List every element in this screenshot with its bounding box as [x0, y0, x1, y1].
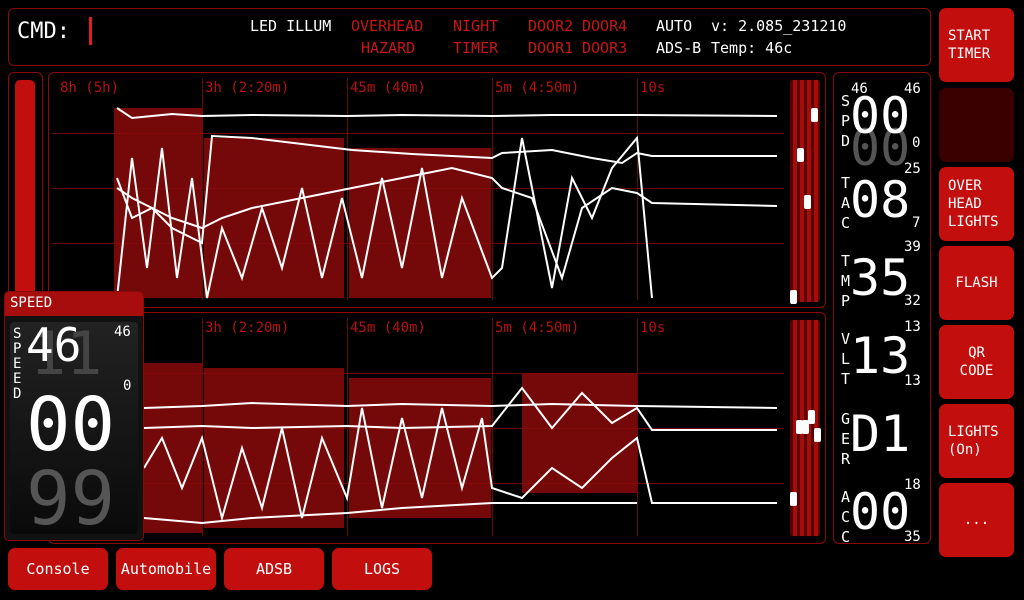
- acc-min: 35: [904, 529, 921, 545]
- cmd-input-cursor[interactable]: [89, 17, 92, 45]
- led-illum-status: LED ILLUM: [250, 17, 332, 35]
- left-slider[interactable]: [15, 80, 35, 295]
- spd-max: 46: [904, 81, 921, 97]
- vlt-max: 13: [904, 319, 921, 335]
- overhead-status: OVERHEAD: [351, 17, 424, 35]
- speed-overlay-letters: S P E E D: [13, 326, 22, 402]
- vlt-min: 13: [904, 373, 921, 389]
- bottom-chart-traces: [143, 363, 778, 533]
- spd-min: 0: [912, 135, 921, 151]
- cmd-label: CMD:: [17, 19, 70, 44]
- top-history-chart: 8h (5h) 3h (2:20m) 45m (40m) 5m (4:50m) …: [52, 78, 784, 300]
- hazard-status: HAZARD: [361, 39, 416, 57]
- slider-knob[interactable]: [790, 290, 797, 304]
- gear-value: D1: [850, 405, 911, 463]
- tmp-value: 35: [850, 249, 911, 307]
- door2-status: DOOR2: [528, 17, 574, 35]
- vlt-value: 13: [850, 327, 911, 385]
- speed-overlay-title: SPEED: [5, 292, 143, 316]
- qr-code-button[interactable]: QR CODE: [939, 325, 1014, 399]
- door4-status: DOOR4: [582, 17, 628, 35]
- speed-min: 0: [123, 378, 132, 394]
- tac-value: 08: [850, 171, 911, 229]
- top-mini-bargraph: [790, 80, 820, 304]
- auto-status: AUTO: [656, 17, 693, 35]
- night-status: NIGHT: [453, 17, 499, 35]
- spd-value: 00: [850, 87, 911, 145]
- start-timer-button[interactable]: START TIMER: [939, 8, 1014, 82]
- door3-status: DOOR3: [582, 39, 628, 57]
- speed-top-value: 46: [26, 322, 82, 372]
- slider-knob[interactable]: [808, 410, 815, 424]
- acc-max: 18: [904, 477, 921, 493]
- tac-min: 7: [912, 215, 921, 231]
- bottom-history-chart: 3h (2:20m) 45m (40m) 5m (4:50m) 10s: [52, 318, 784, 536]
- temperature-label: Temp: 46c: [711, 39, 793, 57]
- tab-logs[interactable]: LOGS: [332, 548, 432, 590]
- acc-value: 00: [850, 483, 911, 541]
- speed-overlay-widget[interactable]: SPEED S P E E D 11 46 46 0 00 99: [4, 291, 144, 541]
- readout-column: 46 S P D 00 00 46 0 T A C 08 25 7 T M P …: [833, 72, 931, 546]
- speed-overlay-body: S P E E D 11 46 46 0 00 99: [10, 322, 138, 534]
- bottom-mini-bargraph: [790, 320, 821, 536]
- status-bar: CMD: LED ILLUM OVERHEAD HAZARD NIGHT TIM…: [8, 8, 931, 66]
- door1-status: DOOR1: [528, 39, 574, 57]
- blank-button[interactable]: [939, 88, 1014, 162]
- more-button[interactable]: ...: [939, 483, 1014, 557]
- top-chart-traces: [114, 107, 778, 299]
- tab-automobile[interactable]: Automobile: [116, 548, 216, 590]
- tab-adsb[interactable]: ADSB: [224, 548, 324, 590]
- flash-button[interactable]: FLASH: [939, 246, 1014, 320]
- timer-status: TIMER: [453, 39, 499, 57]
- slider-knob[interactable]: [797, 148, 804, 162]
- version-label: v: 2.085_231210: [711, 17, 847, 35]
- slider-knob[interactable]: [814, 428, 821, 442]
- tmp-min: 32: [904, 293, 921, 309]
- overhead-lights-button[interactable]: OVER HEAD LIGHTS: [939, 167, 1014, 241]
- speed-ghost-below: 99: [26, 456, 116, 534]
- slider-knob[interactable]: [804, 195, 811, 209]
- speed-value: 00: [26, 382, 116, 468]
- tac-max: 25: [904, 161, 921, 177]
- tmp-max: 39: [904, 239, 921, 255]
- tab-console[interactable]: Console: [8, 548, 108, 590]
- slider-knob[interactable]: [790, 492, 797, 506]
- slider-knob[interactable]: [811, 108, 818, 122]
- adsb-status: ADS-B: [656, 39, 702, 57]
- speed-max: 46: [114, 324, 131, 340]
- lights-on-button[interactable]: LIGHTS (On): [939, 404, 1014, 478]
